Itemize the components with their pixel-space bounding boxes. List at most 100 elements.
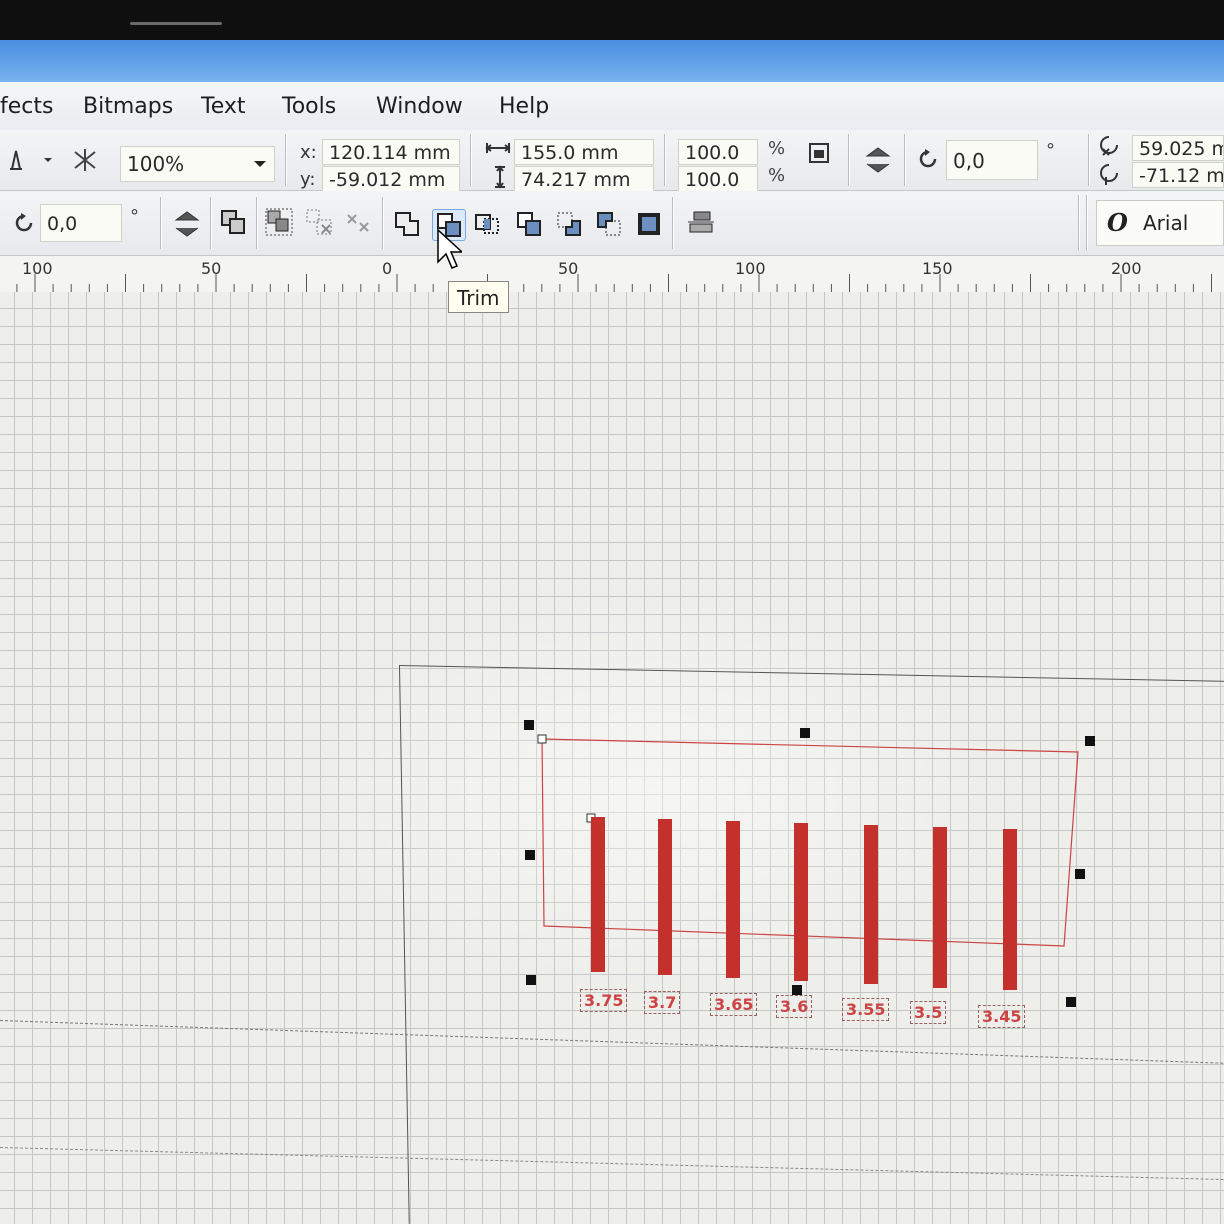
- degree-label: °: [1046, 140, 1055, 161]
- separator: [285, 134, 287, 186]
- intersect-icon[interactable]: [472, 209, 502, 239]
- back-minus-front-icon[interactable]: [594, 209, 624, 239]
- bar-label[interactable]: 3.65: [710, 993, 758, 1016]
- mirror-icon[interactable]: [170, 205, 204, 243]
- selection-handle[interactable]: [1085, 736, 1095, 746]
- separator: [1088, 134, 1090, 186]
- horizontal-ruler[interactable]: 100 50 0 50 100 150 200: [0, 256, 1224, 293]
- y-position-field[interactable]: -59.012 mm: [322, 166, 460, 192]
- ruler-label: 200: [1111, 259, 1142, 278]
- ruler-label: 150: [922, 259, 953, 278]
- selection-handle[interactable]: [1066, 997, 1076, 1007]
- ungroup-icon[interactable]: [304, 207, 334, 237]
- selection-handle[interactable]: [792, 985, 802, 995]
- red-bar[interactable]: [726, 821, 740, 978]
- width-field[interactable]: 155.0 mm: [514, 139, 654, 165]
- menu-bitmaps[interactable]: Bitmaps: [83, 94, 173, 119]
- mouse-cursor-icon: [437, 228, 462, 269]
- height-field[interactable]: 74.217 mm: [514, 166, 654, 192]
- menu-tools[interactable]: Tools: [282, 94, 336, 119]
- red-bar[interactable]: [933, 827, 947, 988]
- lock-ratio-icon[interactable]: [804, 138, 834, 168]
- shaping-toolbar: 0,0 °: [0, 191, 1224, 256]
- separator: [382, 197, 384, 249]
- rotate-icon: [10, 208, 40, 238]
- rotation-center-x-icon: [1096, 130, 1126, 160]
- grid-snap-icon[interactable]: [70, 145, 100, 175]
- property-bar: 100% x: y: 120.114 mm -59.012 mm 155.0 m…: [0, 130, 1224, 192]
- separator: [470, 134, 472, 186]
- monitor-bezel: [0, 0, 1224, 40]
- ruler-label: 50: [558, 259, 579, 278]
- ruler-label: 0: [382, 259, 393, 278]
- group-icon[interactable]: [264, 207, 294, 237]
- menu-text[interactable]: Text: [201, 94, 246, 119]
- rotation-center-y-icon: [1096, 158, 1126, 188]
- separator: [848, 134, 850, 186]
- rotation-field[interactable]: 0,0: [946, 140, 1038, 180]
- drawing-canvas[interactable]: 3.75 3.7 3.65 3.6 3.55 3.5 3.45: [0, 292, 1224, 1224]
- snap-icon[interactable]: [4, 145, 34, 175]
- red-bar[interactable]: [658, 819, 672, 975]
- selection-handle[interactable]: [526, 975, 536, 985]
- ruler-ticks: [16, 274, 1212, 292]
- font-name: Arial: [1143, 211, 1189, 235]
- ruler-label: 50: [201, 259, 222, 278]
- bar-label[interactable]: 3.75: [580, 989, 628, 1012]
- selection-handle[interactable]: [525, 850, 535, 860]
- ruler-label: 100: [735, 259, 766, 278]
- separator: [160, 197, 162, 249]
- scale-y-field[interactable]: 100.0: [678, 166, 758, 192]
- combine-icon[interactable]: [218, 207, 248, 237]
- scale-x-field[interactable]: 100.0: [678, 139, 758, 165]
- selection-outline: [537, 734, 1079, 947]
- boundary-icon[interactable]: [634, 209, 664, 239]
- trim-tooltip: Trim: [448, 281, 509, 313]
- width-icon: [483, 135, 513, 161]
- red-bar[interactable]: [1003, 829, 1017, 990]
- bar-label[interactable]: 3.7: [644, 991, 681, 1014]
- bar-label[interactable]: 3.5: [910, 1001, 947, 1024]
- chevron-down-icon[interactable]: [38, 145, 58, 175]
- y-label: y:: [300, 169, 316, 190]
- ungroup-all-icon[interactable]: [344, 207, 374, 237]
- separator: [1086, 195, 1088, 251]
- bar-label[interactable]: 3.6: [776, 995, 813, 1018]
- height-icon: [485, 164, 515, 190]
- red-bar[interactable]: [794, 823, 808, 981]
- red-bar[interactable]: [591, 817, 605, 972]
- opentype-font-icon: O: [1107, 208, 1128, 237]
- separator: [672, 197, 674, 249]
- zoom-dropdown-icon[interactable]: [250, 149, 270, 179]
- font-select[interactable]: O Arial: [1096, 200, 1224, 246]
- separator: [904, 134, 906, 186]
- align-distribute-icon[interactable]: [684, 207, 718, 241]
- separator: [210, 197, 212, 249]
- simplify-icon[interactable]: [514, 209, 544, 239]
- separator: [1078, 195, 1080, 251]
- selection-handle[interactable]: [524, 720, 534, 730]
- ruler-label: 100: [22, 259, 53, 278]
- menu-effects[interactable]: fects: [0, 94, 53, 119]
- bar-label[interactable]: 3.45: [978, 1005, 1026, 1028]
- menu-bar: fects Bitmaps Text Tools Window Help: [0, 82, 1224, 131]
- red-bar[interactable]: [864, 825, 878, 984]
- title-bar: [0, 40, 1224, 83]
- rotation-center-x-field[interactable]: 59.025 m: [1132, 135, 1224, 161]
- menu-help[interactable]: Help: [499, 94, 549, 119]
- menu-window[interactable]: Window: [376, 94, 463, 119]
- selection-handle[interactable]: [1075, 869, 1085, 879]
- weld-icon[interactable]: [392, 209, 422, 239]
- degree-label: °: [130, 206, 139, 227]
- separator: [256, 197, 258, 249]
- percent-x-label: %: [768, 138, 786, 159]
- mirror-icon[interactable]: [860, 140, 896, 180]
- rotation-field[interactable]: 0,0: [40, 204, 122, 242]
- zoom-value: 100%: [127, 152, 185, 176]
- bar-label[interactable]: 3.55: [842, 998, 890, 1021]
- rotation-center-y-field[interactable]: -71.12 mr: [1132, 162, 1224, 188]
- selection-handle[interactable]: [800, 728, 810, 738]
- x-label: x:: [300, 142, 317, 163]
- front-minus-back-icon[interactable]: [554, 209, 584, 239]
- x-position-field[interactable]: 120.114 mm: [322, 139, 460, 165]
